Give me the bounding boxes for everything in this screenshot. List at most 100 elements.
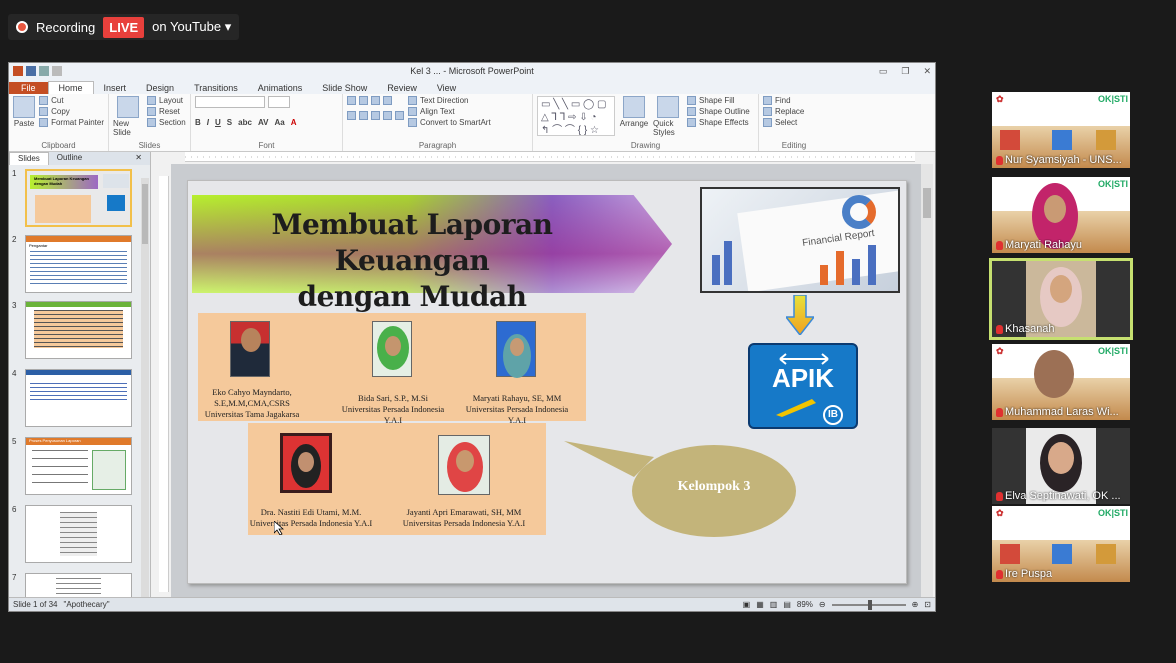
convert-smartart-button[interactable]: Convert to SmartArt <box>408 118 491 127</box>
new-slide-button[interactable]: New Slide <box>113 96 143 137</box>
member-5-text[interactable]: Jayanti Apri Emarawati, SH, MM Universit… <box>400 507 528 529</box>
reading-view-icon[interactable]: ▥ <box>770 600 778 609</box>
replace-icon <box>763 107 772 116</box>
slide-thumbnail-4[interactable] <box>25 369 132 427</box>
slide-thumbnail-6[interactable] <box>25 505 132 563</box>
copy-button[interactable]: Copy <box>39 107 104 116</box>
char-spacing-button[interactable]: AV <box>258 118 269 127</box>
layout-button[interactable]: Layout <box>147 96 186 105</box>
tab-slides[interactable]: Slides <box>9 152 49 165</box>
italic-button[interactable]: I <box>207 118 209 127</box>
slide-scrollbar[interactable] <box>921 164 933 598</box>
zoom-out-icon[interactable]: ⊖ <box>819 600 826 609</box>
tab-home[interactable]: Home <box>47 81 94 94</box>
chevron-down-icon: ▾ <box>224 19 232 34</box>
slide-thumbnail-3[interactable] <box>25 301 132 359</box>
tab-insert[interactable]: Insert <box>94 82 137 94</box>
participant-tile-1[interactable]: ✿ OK|STI Nur Syamsiyah - UNS... <box>992 92 1130 168</box>
tab-design[interactable]: Design <box>136 82 184 94</box>
member-2-text[interactable]: Bida Sari, S.P., M.Si Universitas Persad… <box>332 393 454 426</box>
bar-graphic <box>820 265 828 285</box>
shapes-gallery[interactable]: ▭ ╲ ╲ ▭ ◯ ▢ △ ⅂ ⅂ ⇨ ⇩ ◔ ↰ ⌒ ⌒ { } ☆ <box>537 96 615 136</box>
zoom-slider-handle[interactable] <box>867 599 872 610</box>
thumbnails-scrollbar[interactable] <box>141 178 149 597</box>
bullets-icon[interactable] <box>347 96 356 105</box>
font-color-button[interactable]: A <box>291 118 297 127</box>
align-center-icon[interactable] <box>359 111 368 120</box>
apik-logo[interactable]: APIK IB <box>748 343 858 429</box>
tab-outline[interactable]: Outline <box>49 152 90 165</box>
font-name-box[interactable] <box>195 96 265 108</box>
participant-name: Elva Septinawati, OK ... <box>996 490 1121 502</box>
youtube-dropdown[interactable]: on YouTube ▾ <box>152 19 231 35</box>
tab-transitions[interactable]: Transitions <box>184 82 248 94</box>
paste-button[interactable]: Paste <box>13 96 36 128</box>
member-4-text[interactable]: Dra. Nastiti Edi Utami, M.M. Universitas… <box>248 507 374 529</box>
find-button[interactable]: Find <box>763 96 825 105</box>
close-icon[interactable]: ✕ <box>923 66 931 77</box>
participant-tile-3[interactable]: Khasanah <box>989 258 1133 340</box>
sorter-view-icon[interactable]: ▦ <box>756 600 764 609</box>
indent-icon[interactable] <box>371 96 380 105</box>
section-button[interactable]: Section <box>147 118 186 127</box>
columns-icon[interactable] <box>395 111 404 120</box>
shape-effects-button[interactable]: Shape Effects <box>687 118 750 127</box>
select-button[interactable]: Select <box>763 118 825 127</box>
scroll-thumb[interactable] <box>923 188 931 218</box>
slide-thumbnail-7[interactable] <box>25 573 132 597</box>
financial-report-image[interactable]: Financial Report <box>700 187 900 293</box>
live-badge[interactable]: LIVE <box>103 16 145 38</box>
tab-view[interactable]: View <box>427 82 466 94</box>
quick-styles-button[interactable]: Quick Styles <box>653 96 683 137</box>
numbering-icon[interactable] <box>359 96 368 105</box>
redo-icon[interactable] <box>52 66 62 76</box>
format-painter-button[interactable]: Format Painter <box>39 118 104 127</box>
slide-thumbnail-2[interactable]: Pengantar <box>25 235 132 293</box>
bold-button[interactable]: B <box>195 118 201 127</box>
justify-icon[interactable] <box>383 111 392 120</box>
slide-thumbnail-5[interactable]: Proses Penyusunan Laporan <box>25 437 132 495</box>
normal-view-icon[interactable]: ▣ <box>743 600 751 609</box>
minimize-icon[interactable]: ▭ <box>879 66 888 77</box>
zoom-level[interactable]: 89% <box>797 600 813 609</box>
change-case-button[interactable]: Aa <box>274 118 284 127</box>
reset-button[interactable]: Reset <box>147 107 186 116</box>
participant-tile-4[interactable]: ✿ OK|STI Muhammad Laras Wi... <box>992 344 1130 420</box>
text-direction-button[interactable]: Text Direction <box>408 96 491 105</box>
slide-title[interactable]: Membuat Laporan Keuangan dengan Mudah <box>192 207 632 315</box>
strikethrough-button[interactable]: S <box>227 118 232 127</box>
align-left-icon[interactable] <box>347 111 356 120</box>
shape-fill-button[interactable]: Shape Fill <box>687 96 750 105</box>
tab-slide-show[interactable]: Slide Show <box>312 82 377 94</box>
tab-file[interactable]: File <box>9 82 48 94</box>
align-right-icon[interactable] <box>371 111 380 120</box>
cut-button[interactable]: Cut <box>39 96 104 105</box>
arrange-button[interactable]: Arrange <box>619 96 649 137</box>
participant-tile-5[interactable]: Elva Septinawati, OK ... <box>992 428 1130 504</box>
tab-review[interactable]: Review <box>377 82 427 94</box>
shadow-button[interactable]: abc <box>238 118 252 127</box>
restore-icon[interactable]: ❐ <box>901 66 909 77</box>
member-3-text[interactable]: Maryati Rahayu, SE, MM Universitas Persa… <box>456 393 578 426</box>
replace-button[interactable]: Replace <box>763 107 825 116</box>
undo-icon[interactable] <box>39 66 49 76</box>
zoom-slider[interactable] <box>831 599 906 610</box>
tab-animations[interactable]: Animations <box>248 82 313 94</box>
fit-slide-icon[interactable]: ⊡ <box>924 600 931 609</box>
participant-tile-6[interactable]: ✿ OK|STI Ire Puspa <box>992 506 1130 582</box>
font-size-box[interactable] <box>268 96 290 108</box>
underline-button[interactable]: U <box>215 118 221 127</box>
zoom-in-icon[interactable]: ⊕ <box>912 600 919 609</box>
close-panel-icon[interactable]: ✕ <box>127 152 150 165</box>
scroll-thumb[interactable] <box>142 184 148 244</box>
shape-outline-button[interactable]: Shape Outline <box>687 107 750 116</box>
member-1-text[interactable]: Eko Cahyo Mayndarto, S.E,M.M,CMA,CSRS Un… <box>200 387 304 420</box>
participant-tile-2[interactable]: OK|STI Maryati Rahayu <box>992 177 1130 253</box>
save-icon[interactable] <box>26 66 36 76</box>
effects-icon <box>687 118 696 127</box>
current-slide[interactable]: Membuat Laporan Keuangan dengan Mudah Fi… <box>187 180 907 584</box>
align-text-button[interactable]: Align Text <box>408 107 491 116</box>
slide-thumbnail-1[interactable]: Membuat Laporan Keuangan dengan Mudah <box>25 169 132 227</box>
slideshow-view-icon[interactable]: ▤ <box>783 600 791 609</box>
line-spacing-icon[interactable] <box>383 96 392 105</box>
